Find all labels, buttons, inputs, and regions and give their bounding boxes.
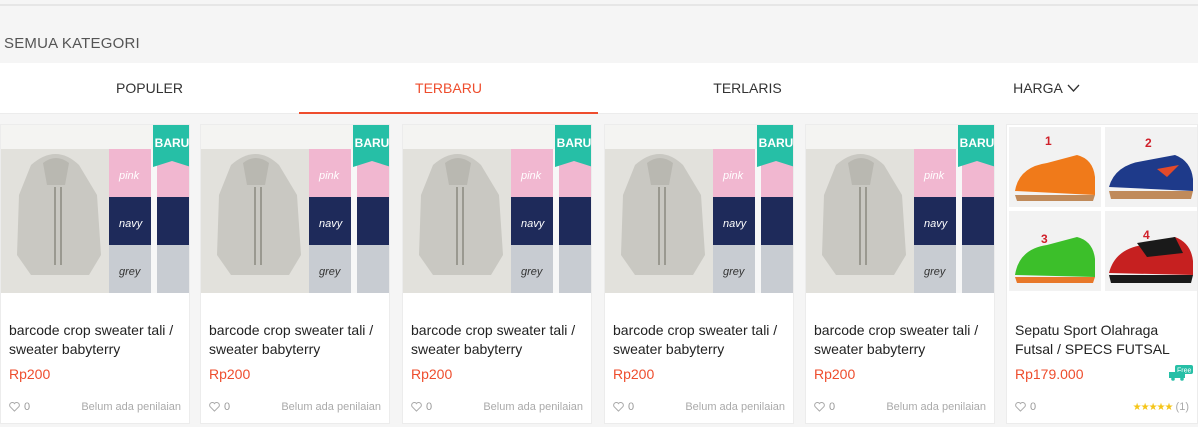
product-image: pink navy grey BARU (605, 125, 793, 293)
rating-text: Belum ada penilaian (685, 401, 785, 413)
like-count[interactable]: 0 (814, 401, 835, 413)
new-badge: BARU (757, 125, 793, 167)
sort-tabs: POPULER TERBARU TERLARIS HARGA (0, 63, 1198, 114)
like-count[interactable]: 0 (1015, 401, 1036, 413)
product-card[interactable]: pink navy grey BARU barcode crop sweater… (200, 124, 390, 424)
product-title[interactable]: Sepatu Sport Olahraga Futsal / SPECS FUT… (1015, 321, 1191, 359)
heart-icon (9, 402, 20, 412)
product-price: Rp200 (411, 366, 453, 382)
product-price: Rp179.000 (1015, 366, 1084, 382)
image-label: pink (520, 170, 542, 182)
product-image: 1 2 3 4 (1007, 125, 1197, 293)
rating-count: (1) (1175, 401, 1189, 413)
image-label: 1 (1045, 134, 1052, 148)
product-price: Rp200 (9, 366, 51, 382)
like-value: 0 (628, 401, 635, 413)
tab-label: POPULER (116, 80, 183, 96)
like-count[interactable]: 0 (209, 401, 230, 413)
image-label: navy (319, 218, 344, 230)
chevron-down-icon (1067, 84, 1080, 92)
rating-summary: ★★★★★ (1) (1133, 401, 1189, 413)
product-image: pink navy grey BARU (806, 125, 994, 293)
image-label: navy (521, 218, 546, 230)
product-title[interactable]: barcode crop sweater tali / sweater baby… (613, 321, 789, 359)
image-label: grey (521, 266, 544, 278)
product-title[interactable]: barcode crop sweater tali / sweater baby… (814, 321, 990, 359)
heart-icon (411, 402, 422, 412)
tab-terlaris[interactable]: TERLARIS (598, 63, 897, 113)
image-label: 3 (1041, 232, 1048, 246)
like-value: 0 (1030, 401, 1037, 413)
image-label: pink (118, 170, 140, 182)
like-value: 0 (829, 401, 836, 413)
like-value: 0 (24, 401, 31, 413)
image-label: grey (119, 266, 142, 278)
image-label: pink (923, 170, 945, 182)
image-label: 2 (1145, 136, 1152, 150)
new-badge: BARU (958, 125, 994, 167)
new-badge: BARU (353, 125, 389, 167)
like-value: 0 (426, 401, 433, 413)
product-image: pink navy grey BARU (201, 125, 389, 293)
product-grid: pink navy grey BARU barcode crop sweater… (0, 124, 1198, 424)
like-count[interactable]: 0 (411, 401, 432, 413)
image-label: pink (318, 170, 340, 182)
image-label: navy (119, 218, 144, 230)
tab-label: HARGA (1013, 80, 1063, 96)
image-label: navy (924, 218, 949, 230)
product-title[interactable]: barcode crop sweater tali / sweater baby… (209, 321, 385, 359)
image-label: grey (723, 266, 746, 278)
tab-label: TERBARU (415, 80, 482, 96)
heart-icon (1015, 402, 1026, 412)
product-price: Rp200 (814, 366, 856, 382)
section-title: SEMUA KATEGORI (4, 35, 140, 52)
product-card[interactable]: 1 2 3 4 Sepatu Sport Olahraga Futsal / S… (1006, 124, 1198, 424)
product-image: pink navy grey BARU (1, 125, 189, 293)
product-card[interactable]: pink navy grey BARU barcode crop sweater… (0, 124, 190, 424)
heart-icon (814, 402, 825, 412)
new-badge: BARU (555, 125, 591, 167)
free-shipping-icon: Free (1169, 365, 1193, 381)
like-count[interactable]: 0 (613, 401, 634, 413)
like-value: 0 (224, 401, 231, 413)
image-label: grey (319, 266, 342, 278)
top-divider (0, 4, 1198, 6)
rating-text: Belum ada penilaian (81, 401, 181, 413)
rating-text: Belum ada penilaian (886, 401, 986, 413)
product-card[interactable]: pink navy grey BARU barcode crop sweater… (805, 124, 995, 424)
product-price: Rp200 (209, 366, 251, 382)
image-label: grey (924, 266, 947, 278)
rating-text: Belum ada penilaian (281, 401, 381, 413)
image-label: 4 (1143, 228, 1150, 242)
like-count[interactable]: 0 (9, 401, 30, 413)
tab-populer[interactable]: POPULER (0, 63, 299, 113)
heart-icon (613, 402, 624, 412)
product-card[interactable]: pink navy grey BARU barcode crop sweater… (402, 124, 592, 424)
tab-harga[interactable]: HARGA (897, 63, 1196, 113)
image-label: navy (723, 218, 748, 230)
active-tab-indicator (299, 112, 598, 114)
new-badge: BARU (153, 125, 189, 167)
heart-icon (209, 402, 220, 412)
tab-terbaru[interactable]: TERBARU (299, 63, 598, 114)
product-price: Rp200 (613, 366, 655, 382)
star-rating: ★★★★★ (1132, 402, 1174, 413)
product-card[interactable]: pink navy grey BARU barcode crop sweater… (604, 124, 794, 424)
image-label: pink (722, 170, 744, 182)
tab-label: TERLARIS (713, 80, 782, 96)
product-title[interactable]: barcode crop sweater tali / sweater baby… (411, 321, 587, 359)
product-image: pink navy grey BARU (403, 125, 591, 293)
rating-text: Belum ada penilaian (483, 401, 583, 413)
product-title[interactable]: barcode crop sweater tali / sweater baby… (9, 321, 185, 359)
